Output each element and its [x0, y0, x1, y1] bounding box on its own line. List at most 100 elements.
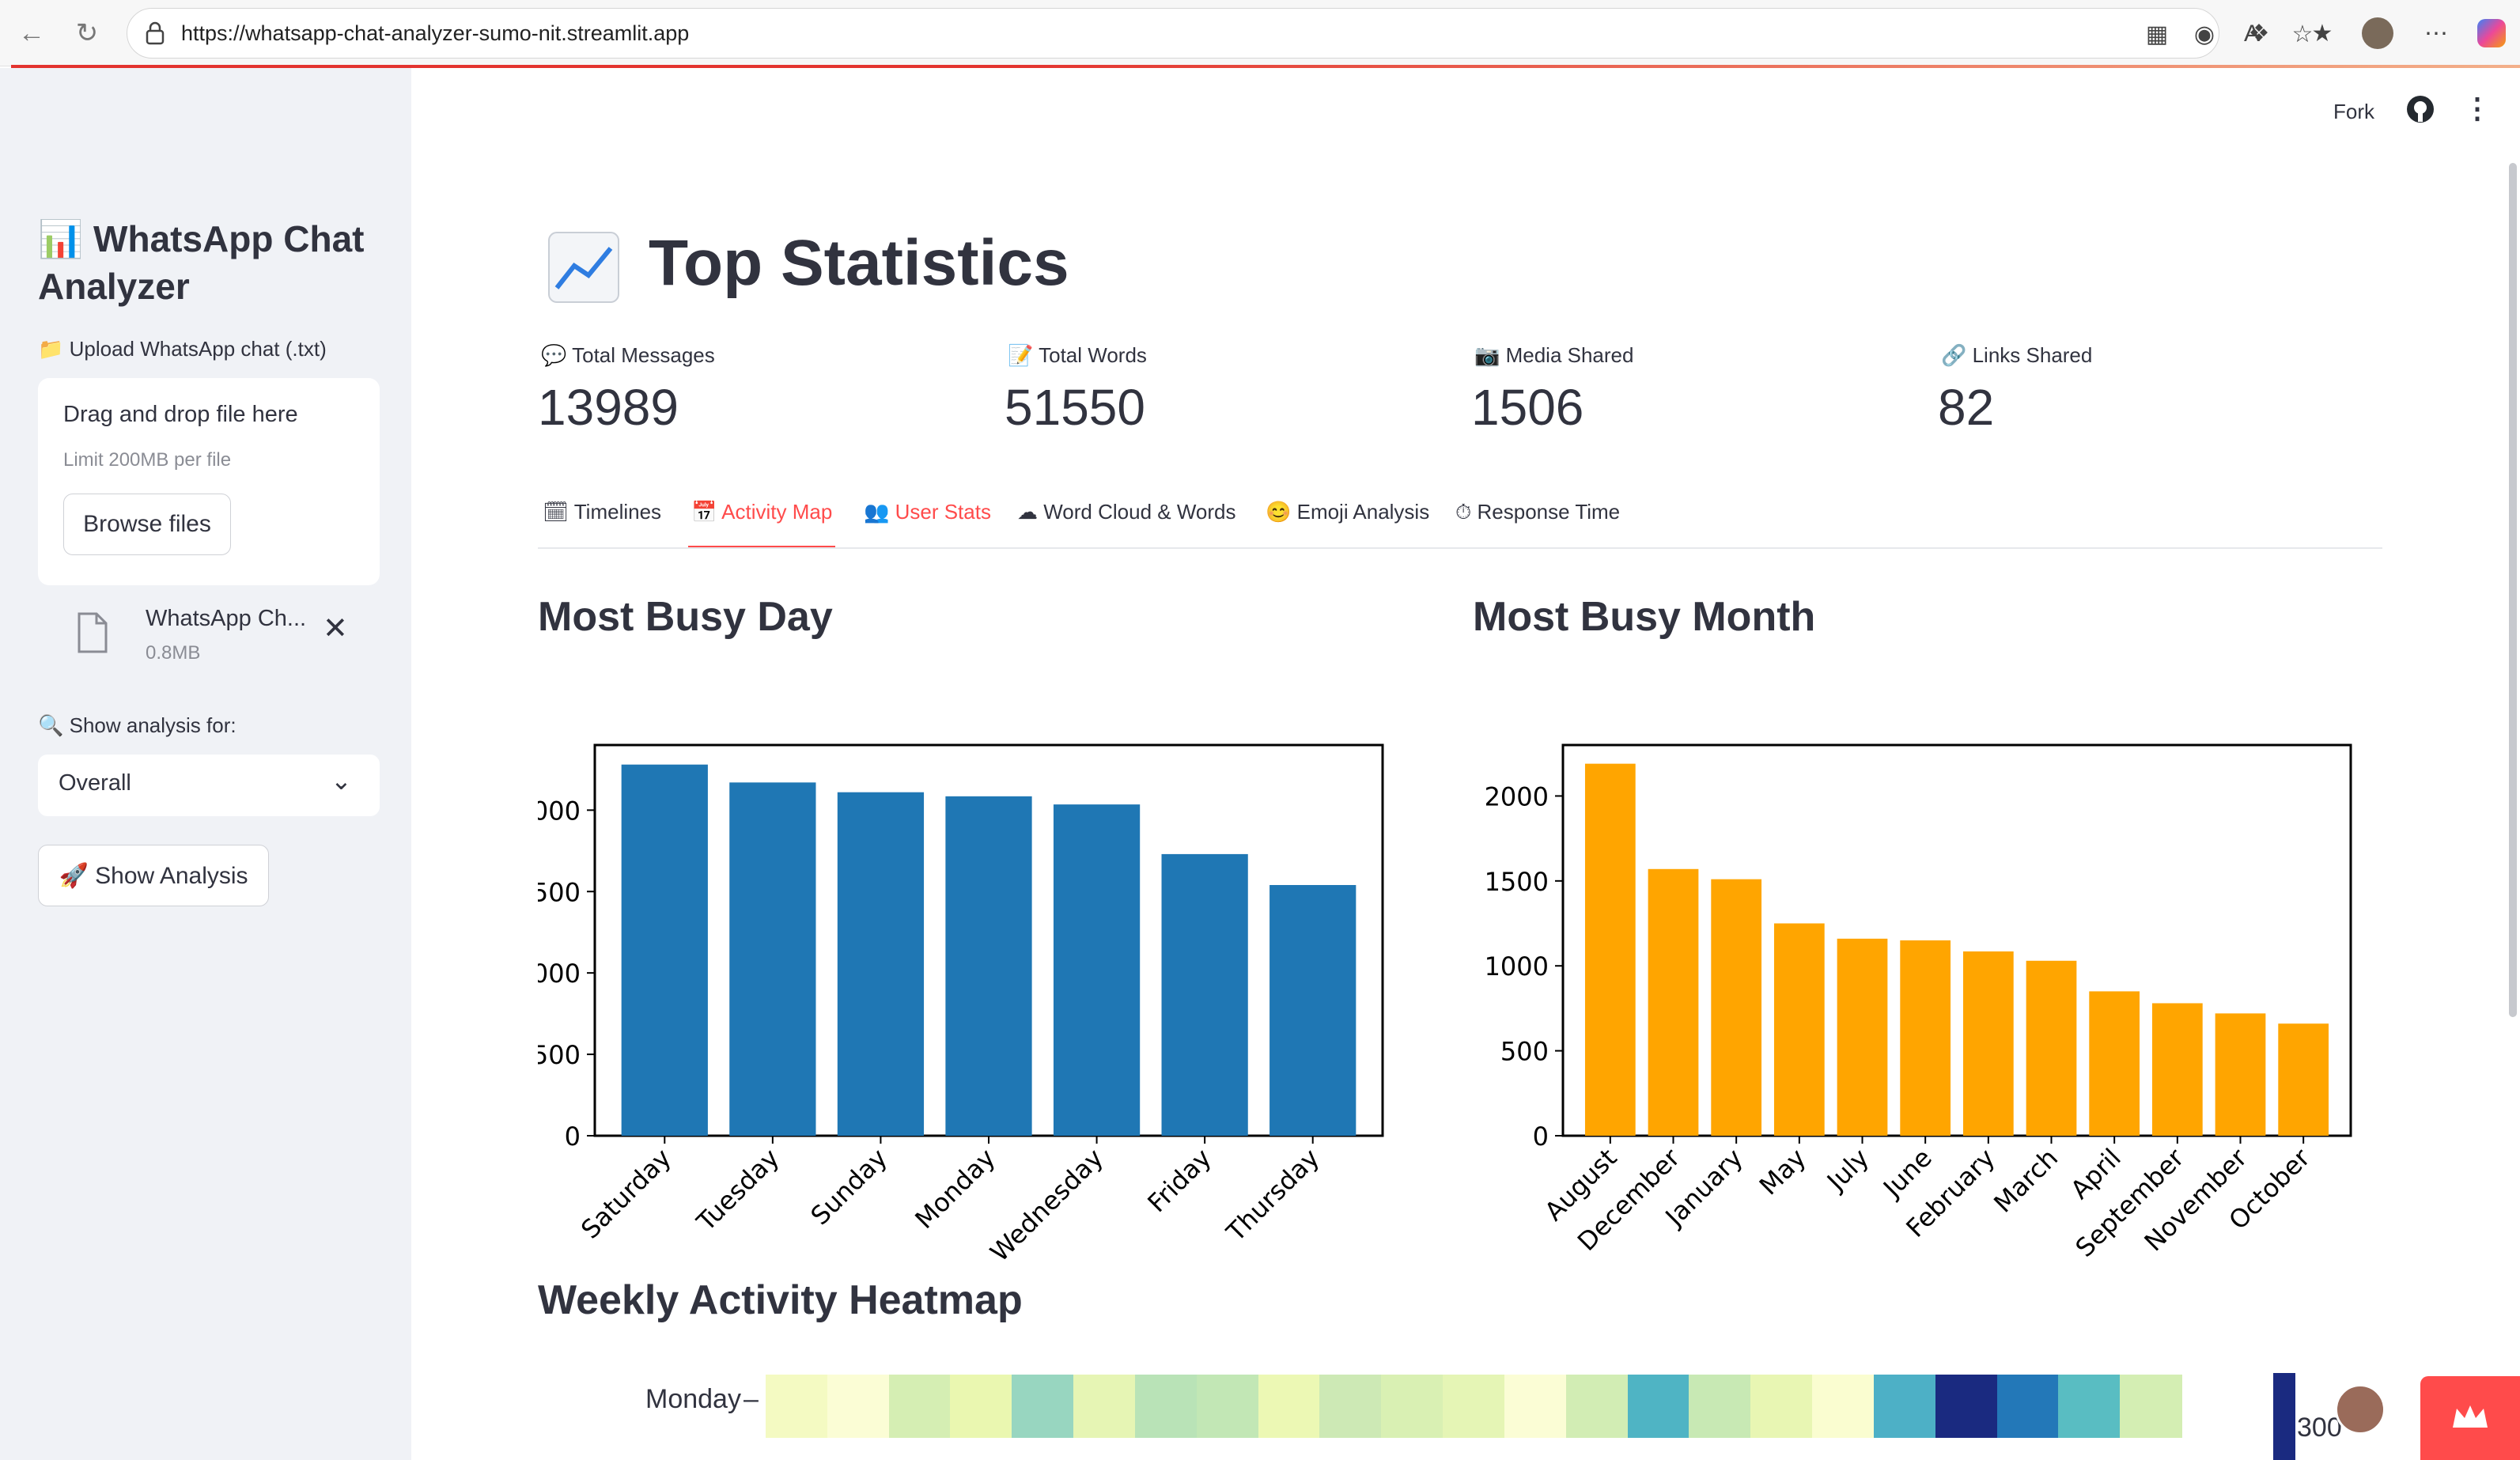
tab-emoji-analysis[interactable]: 😊 Emoji Analysis [1266, 500, 1429, 524]
main-content: Fork ⋮ Top Statistics 💬 Total Messages 1… [411, 68, 2520, 1460]
busy-month-title: Most Busy Month [1473, 594, 1816, 640]
main-menu-icon[interactable]: ⋮ [2463, 92, 2492, 125]
bar [837, 792, 925, 1136]
metric-value: 13989 [538, 379, 679, 436]
bar [2151, 1003, 2203, 1136]
tab-timelines[interactable]: 🗓 Timelines [543, 500, 661, 524]
favorites-icon[interactable]: ★ [2306, 17, 2338, 49]
browser-toolbar: ← ↻ https://whatsapp-chat-analyzer-sumo-… [0, 0, 2520, 66]
bar [2026, 960, 2077, 1136]
bar [2215, 1013, 2266, 1136]
y-tick-label: 0 [1533, 1121, 1549, 1152]
metric-value: 51550 [1005, 379, 1145, 436]
metric-label: 📝 Total Words [1008, 343, 1147, 367]
bar [1900, 940, 1951, 1136]
tab-word-cloud[interactable]: ☁ Word Cloud & Words [1017, 500, 1235, 524]
bar [1773, 923, 1825, 1136]
bar [1711, 879, 1762, 1136]
metric-label: 🔗 Links Shared [1941, 343, 2093, 367]
remove-file-icon[interactable]: ✕ [323, 611, 348, 646]
file-dropzone[interactable]: Drag and drop file here Limit 200MB per … [38, 378, 380, 585]
apps-icon[interactable]: ▦ [2141, 18, 2173, 50]
x-tick-label: Wednesday [984, 1143, 1109, 1268]
heatmap-row-label: Monday [645, 1384, 741, 1414]
bar [621, 764, 708, 1136]
heatmap-cell [2120, 1375, 2182, 1438]
heatmap-cell [1258, 1375, 1321, 1438]
sidebar-title: 📊 WhatsApp Chat Analyzer [38, 218, 365, 307]
heatmap-cell [1873, 1375, 1936, 1438]
chart-emoji-icon [547, 231, 620, 308]
streamlit-badge[interactable] [2420, 1376, 2520, 1460]
x-tick-label: March [1988, 1143, 2064, 1219]
heatmap-cell [1812, 1375, 1875, 1438]
select-value: Overall [59, 770, 131, 796]
x-tick-label: Saturday [575, 1143, 677, 1245]
github-icon[interactable] [2406, 95, 2435, 127]
bar [945, 796, 1032, 1136]
bar [1584, 763, 1636, 1136]
upload-label: 📁 Upload WhatsApp chat (.txt) [38, 337, 327, 361]
drop-text: Drag and drop file here [63, 402, 298, 427]
x-tick-label: May [1754, 1143, 1812, 1201]
y-tick-label: 1500 [538, 877, 581, 907]
heatmap-cell [1073, 1375, 1136, 1438]
show-analysis-button[interactable]: 🚀 Show Analysis [38, 845, 269, 906]
reload-icon[interactable]: ↻ [68, 14, 106, 52]
crown-icon [2453, 1405, 2488, 1428]
heatmap-cell [1319, 1375, 1383, 1438]
y-tick-label: 2000 [538, 796, 581, 826]
heatmap-cell [1689, 1375, 1752, 1438]
busy-day-chart: 0 500 1000 1500 2000 SaturdayTuesdaySundayMon… [538, 743, 1384, 1268]
lock-icon [146, 21, 165, 45]
y-tick-label: 1000 [1485, 951, 1549, 982]
tab-response-time[interactable]: ⏱ Response Time [1455, 500, 1620, 525]
x-tick-label: Friday [1141, 1143, 1216, 1218]
x-tick-label: Monday [909, 1143, 1001, 1235]
tab-user-stats[interactable]: 👥 User Stats [864, 500, 991, 524]
colorbar-tick-label: 300 [2297, 1413, 2342, 1443]
heatmap-cell [1443, 1375, 1505, 1438]
heatmap-cell [1012, 1375, 1075, 1438]
heatmap-colorbar [2273, 1373, 2295, 1460]
copilot-icon[interactable] [2476, 17, 2507, 49]
extensions-icon[interactable]: ❖ [2243, 17, 2275, 49]
scrollbar[interactable] [2509, 163, 2517, 1017]
metric-label: 📷 Media Shared [1474, 343, 1634, 367]
more-menu-icon[interactable]: ⋯ [2420, 17, 2452, 49]
fork-link[interactable]: Fork [2333, 100, 2374, 124]
y-tick-label: 2000 [1485, 781, 1549, 811]
limit-text: Limit 200MB per file [63, 449, 232, 471]
heatmap-cell [766, 1375, 828, 1438]
y-tick-label: 500 [1500, 1037, 1549, 1067]
x-tick-label: Sunday [805, 1143, 894, 1231]
heatmap-row [766, 1375, 2182, 1438]
x-tick-label: Thursday [1220, 1143, 1326, 1248]
browse-files-button[interactable]: Browse files [63, 494, 231, 555]
bar [1161, 853, 1248, 1136]
bar [1053, 804, 1141, 1136]
tab-activity-map[interactable]: 📅 Activity Map [691, 500, 832, 524]
page-title: Top Statistics [649, 227, 1069, 299]
heatmap-cell [1750, 1375, 1814, 1438]
heatmap-cell [2058, 1375, 2121, 1438]
profile-avatar[interactable] [2362, 17, 2393, 49]
user-select[interactable]: Overall ⌄ [38, 755, 380, 816]
heatmap-cell [888, 1375, 952, 1438]
tabs-divider [538, 547, 2382, 549]
heatmap-tick: – [744, 1384, 759, 1414]
busy-month-chart: 0500100015002000AugustDecemberJanuary May… [1485, 743, 2352, 1263]
bar [1648, 868, 1699, 1136]
heatmap-title: Weekly Activity Heatmap [538, 1277, 1023, 1323]
tracking-icon[interactable]: ◉ [2189, 18, 2220, 50]
x-tick-label: Tuesday [691, 1143, 785, 1238]
bar [1962, 951, 2014, 1136]
metric-label: 💬 Total Messages [541, 343, 715, 367]
avatar[interactable] [2335, 1384, 2386, 1435]
back-icon[interactable]: ← [13, 14, 51, 52]
address-bar[interactable]: https://whatsapp-chat-analyzer-sumo-nit.… [127, 8, 2313, 59]
y-tick-label: 1000 [538, 959, 581, 989]
file-name: WhatsApp Ch... [146, 606, 307, 631]
heatmap-cell [1381, 1375, 1444, 1438]
url-text: https://whatsapp-chat-analyzer-sumo-nit.… [181, 21, 690, 45]
